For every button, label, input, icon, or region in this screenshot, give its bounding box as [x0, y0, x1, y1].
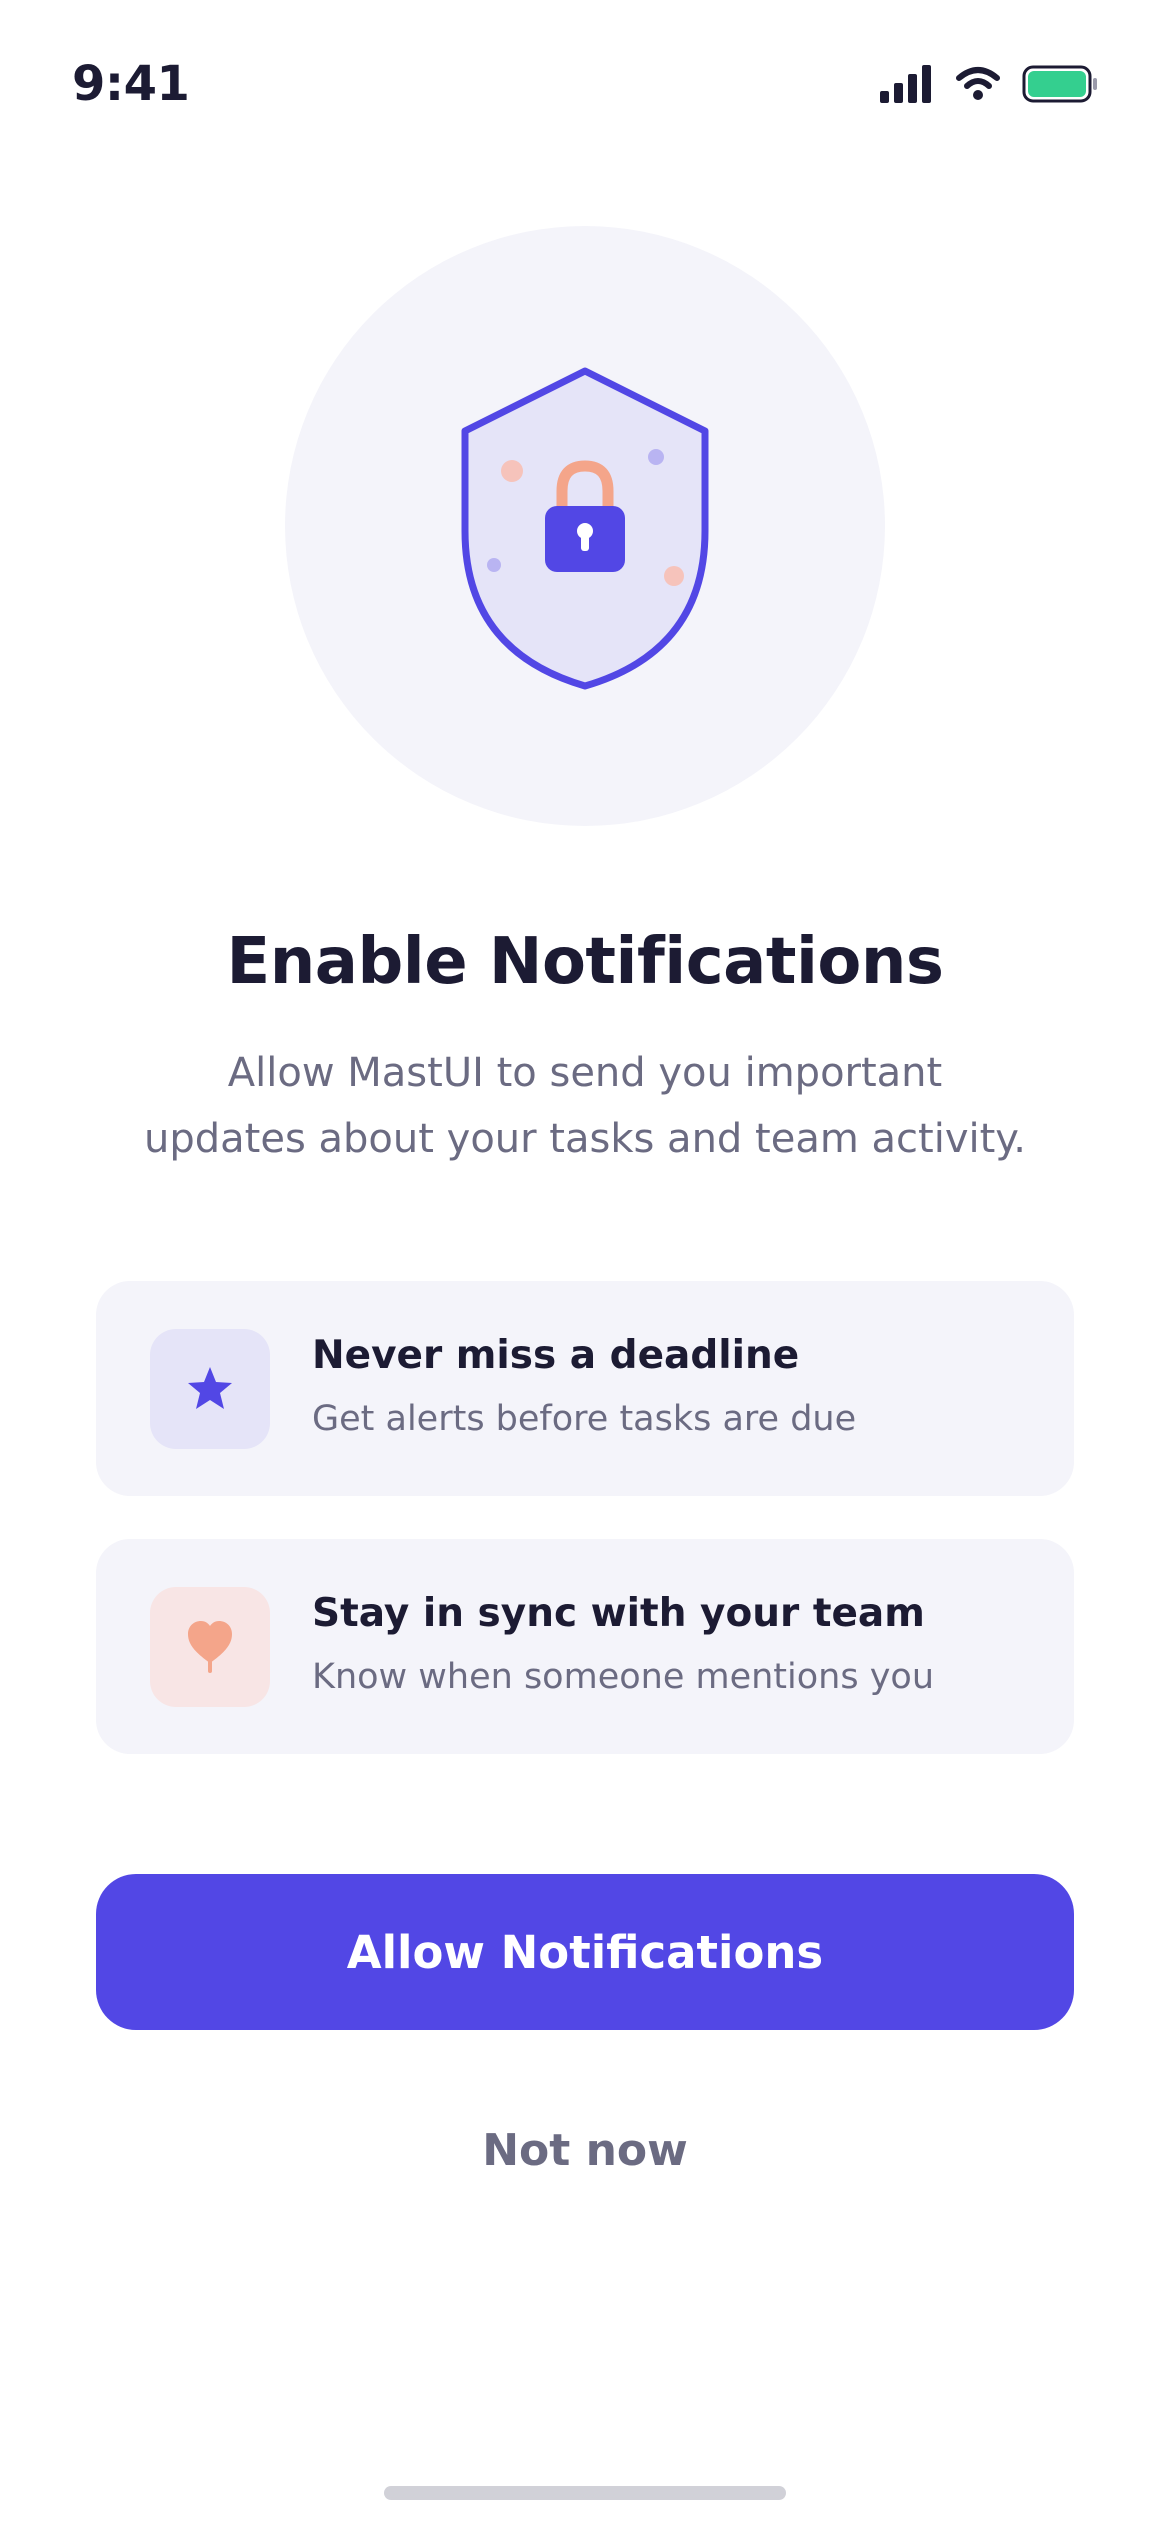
wifi-icon — [956, 66, 1000, 102]
not-now-button[interactable]: Not now — [385, 2110, 785, 2190]
cellular-signal-icon — [880, 65, 934, 103]
feature-description: Know when someone mentions you — [312, 1657, 935, 1697]
page-subtitle: Allow MastUI to send you important updat… — [115, 1040, 1055, 1172]
feature-icon-badge — [150, 1329, 270, 1449]
heart-icon — [188, 1621, 232, 1673]
allow-notifications-button[interactable]: Allow Notifications — [96, 1874, 1074, 2030]
feature-card-team-sync: Stay in sync with your team Know when so… — [96, 1539, 1074, 1754]
feature-card-deadline: Never miss a deadline Get alerts before … — [96, 1281, 1074, 1496]
hero-illustration — [285, 226, 885, 826]
feature-title: Never miss a deadline — [312, 1333, 800, 1378]
status-icons — [880, 62, 1098, 106]
home-indicator[interactable] — [384, 2486, 786, 2500]
feature-title: Stay in sync with your team — [312, 1591, 925, 1636]
star-icon — [188, 1367, 232, 1409]
status-bar: 9:41 — [0, 0, 1170, 170]
subtitle-line: Allow MastUI to send you important — [227, 1050, 943, 1096]
shield-lock-icon — [461, 367, 709, 690]
status-time: 9:41 — [72, 56, 190, 112]
feature-icon-badge — [150, 1587, 270, 1707]
page-title: Enable Notifications — [226, 925, 944, 999]
feature-description: Get alerts before tasks are due — [312, 1399, 857, 1439]
subtitle-line: updates about your tasks and team activi… — [144, 1116, 1026, 1162]
battery-icon — [1022, 65, 1098, 103]
